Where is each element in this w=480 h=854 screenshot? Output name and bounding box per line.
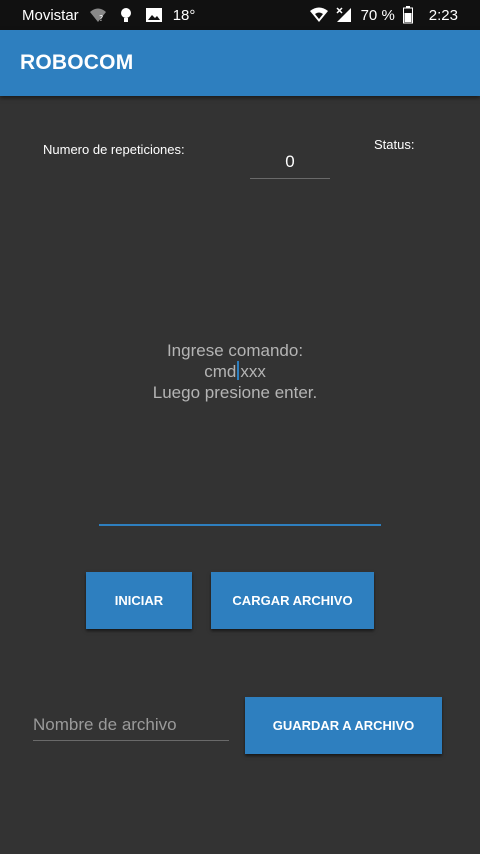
instructions-args: xxx (240, 362, 266, 381)
svg-text:?: ? (99, 14, 103, 23)
text-caret (237, 361, 240, 380)
battery-percent: 70 % (360, 6, 395, 24)
wifi-question-icon: ? (89, 6, 107, 24)
command-instructions: Ingrese comando: cmd xxx Luego presione e… (0, 340, 470, 403)
signal-icon (335, 6, 353, 24)
command-input[interactable] (99, 500, 381, 526)
clock-time: 2:23 (428, 6, 458, 24)
status-label: Status: (374, 137, 415, 152)
status-bar-right: 70 % 2:23 (309, 6, 458, 24)
instructions-line-2: cmd xxx (0, 361, 470, 382)
guardar-archivo-button[interactable]: GUARDAR A ARCHIVO (245, 697, 442, 754)
status-bar: Movistar ? 18° 70 % 2:23 (0, 0, 480, 30)
instructions-cmd: cmd (204, 362, 237, 381)
carrier-name: Movistar (22, 6, 79, 24)
repetitions-label: Numero de repeticiones: (43, 142, 185, 157)
repetitions-field[interactable]: 0 (250, 152, 330, 179)
instructions-line-1: Ingrese comando: (166, 341, 304, 360)
app-title: ROBOCOM (20, 51, 134, 74)
temperature: 18° (172, 6, 196, 24)
wifi-icon (309, 6, 328, 24)
image-icon (145, 6, 163, 24)
file-name-input[interactable]: Nombre de archivo (33, 712, 229, 741)
app-bar: ROBOCOM (0, 30, 480, 96)
instructions-line-3: Luego presione enter. (152, 383, 318, 402)
cargar-archivo-button[interactable]: CARGAR ARCHIVO (211, 572, 374, 629)
status-bar-left: Movistar ? 18° (22, 6, 195, 24)
bulb-icon (117, 6, 135, 24)
iniciar-button[interactable]: INICIAR (86, 572, 192, 629)
battery-icon (402, 6, 421, 24)
